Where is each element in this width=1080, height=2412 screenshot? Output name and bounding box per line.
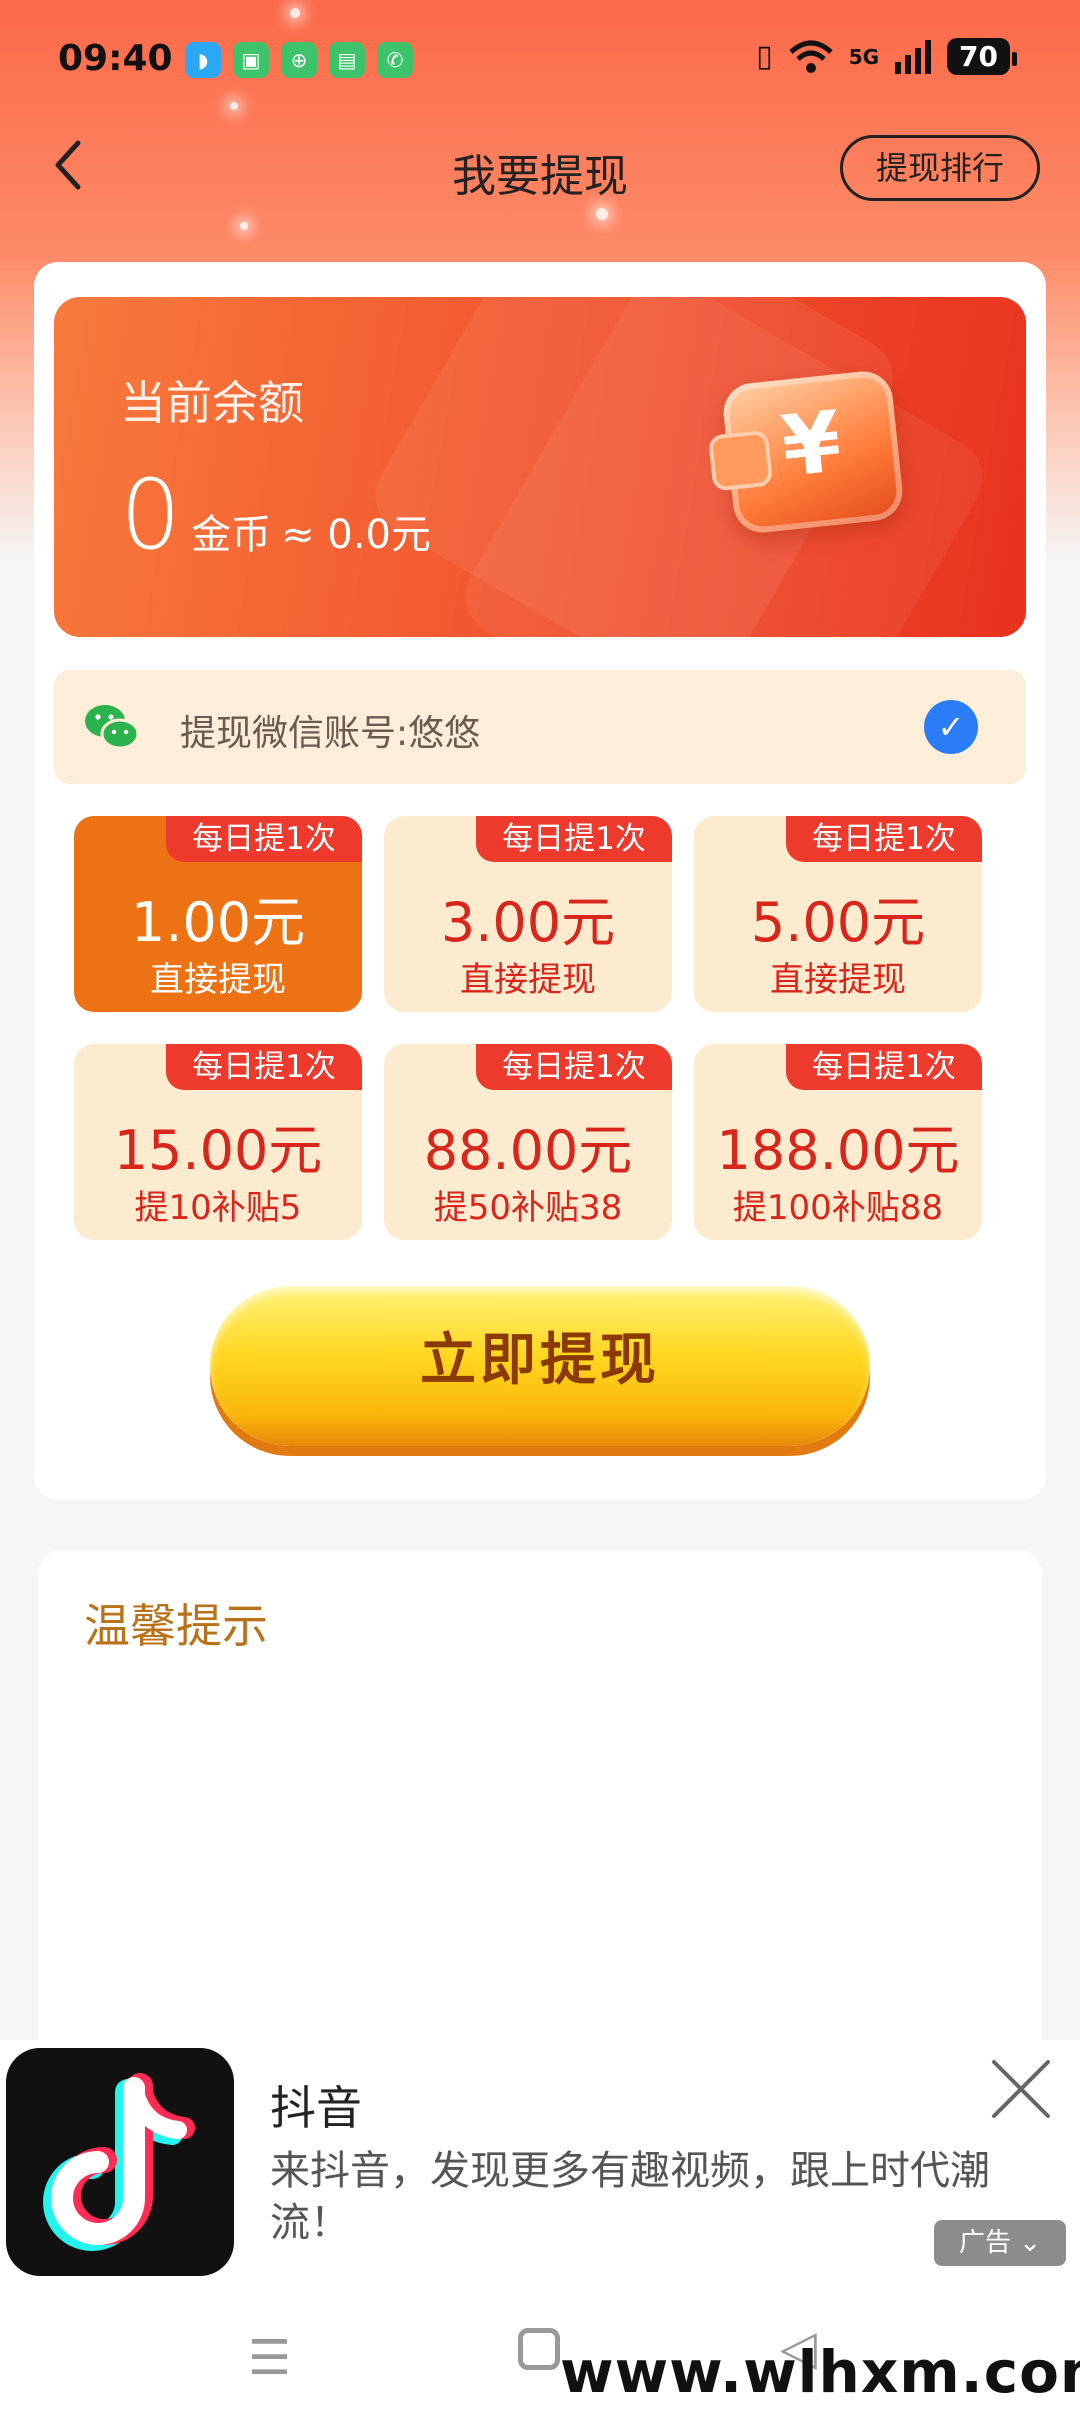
douyin-note-icon (43, 2073, 195, 2251)
menu-icon[interactable]: ☰ (248, 2330, 291, 2386)
withdraw-option-3[interactable]: 每日提1次 3.00元 直接提现 (384, 816, 672, 1012)
option-amount: 88.00元 (423, 1119, 633, 1182)
option-tag: 每日提1次 (166, 816, 362, 862)
option-tag: 每日提1次 (476, 1044, 672, 1090)
option-desc: 提100补贴88 (732, 1188, 944, 1228)
option-tag: 每日提1次 (166, 1044, 362, 1090)
balance-coins: 0 (120, 459, 182, 571)
ad-description: 来抖音，发现更多有趣视频，跟上时代潮流！ (270, 2148, 990, 2246)
wechat-account-label: 提现微信账号:悠悠 (180, 713, 481, 754)
balance-card: 当前余额 0 金币 ≈ 0.0元 ¥ (54, 297, 1026, 637)
withdraw-card: 当前余额 0 金币 ≈ 0.0元 ¥ 提现微信账号:悠悠 ✓ 每日提1次 1.0… (34, 262, 1046, 1500)
option-tag: 每日提1次 (786, 1044, 982, 1090)
home-icon[interactable] (518, 2328, 560, 2370)
withdraw-option-88[interactable]: 每日提1次 88.00元 提50补贴38 (384, 1044, 672, 1240)
option-amount: 5.00元 (750, 891, 926, 954)
chevron-down-icon: ⌄ (1019, 2228, 1042, 2258)
option-desc: 提50补贴38 (433, 1188, 623, 1228)
tips-title: 温馨提示 (84, 1599, 268, 1653)
network-type: 5G (848, 44, 880, 69)
close-icon (992, 2060, 1050, 2118)
withdraw-option-5[interactable]: 每日提1次 5.00元 直接提现 (694, 816, 982, 1012)
wechat-icon (85, 705, 140, 750)
wechat-account-row[interactable]: 提现微信账号:悠悠 ✓ (54, 670, 1026, 784)
balance-amount: 0 金币 ≈ 0.0元 (120, 467, 431, 563)
shop-app-icon: ▣ (233, 42, 269, 78)
sparkle-decoration (240, 222, 248, 230)
withdraw-ranking-button[interactable]: 提现排行 (840, 135, 1040, 201)
yen-symbol: ¥ (777, 392, 846, 496)
option-amount: 15.00元 (113, 1119, 323, 1182)
option-desc: 直接提现 (460, 960, 596, 1000)
phone-app-icon: ✆ (377, 42, 413, 78)
check-icon: ✓ (924, 700, 978, 754)
withdraw-now-button[interactable]: 立即提现 (210, 1286, 870, 1446)
upload-app-icon: ⊕ (281, 42, 317, 78)
sparkle-decoration (596, 208, 608, 220)
wallet-clasp (707, 429, 774, 492)
balance-unit: 金币 (191, 512, 272, 558)
withdraw-option-15[interactable]: 每日提1次 15.00元 提10补贴5 (74, 1044, 362, 1240)
signal-icon (895, 39, 932, 74)
battery-indicator: 70 (947, 38, 1017, 75)
status-app-icons: ◗ ▣ ⊕ ▤ ✆ (185, 42, 413, 78)
balance-label: 当前余额 (120, 376, 304, 430)
option-amount: 1.00元 (130, 891, 306, 954)
qq-icon: ◗ (185, 42, 221, 78)
option-desc: 提10补贴5 (134, 1188, 302, 1228)
wallet-icon: ¥ (707, 368, 906, 536)
balance-yuan-equivalent: ≈ 0.0元 (281, 512, 431, 558)
withdraw-option-188[interactable]: 每日提1次 188.00元 提100补贴88 (694, 1044, 982, 1240)
option-desc: 直接提现 (150, 960, 286, 1000)
option-desc: 直接提现 (770, 960, 906, 1000)
ad-badge-label: 广告 (958, 2228, 1011, 2258)
status-time: 09:40 (58, 38, 173, 79)
option-amount: 3.00元 (440, 891, 616, 954)
watermark: www.wlhxm.com (560, 2338, 1080, 2406)
ad-title: 抖音 (270, 2081, 362, 2135)
ad-close-button[interactable] (984, 2052, 1058, 2126)
withdraw-option-1[interactable]: 每日提1次 1.00元 直接提现 (74, 816, 362, 1012)
vibrate-icon: ▯ (756, 39, 773, 74)
status-bar: 09:40 ◗ ▣ ⊕ ▤ ✆ ▯ 5G 70 (0, 0, 1080, 120)
option-amount: 188.00元 (716, 1119, 960, 1182)
status-indicators: ▯ 5G 70 (756, 38, 1017, 75)
option-tag: 每日提1次 (476, 816, 672, 862)
option-tag: 每日提1次 (786, 816, 982, 862)
ad-badge[interactable]: 广告 ⌄ (934, 2220, 1066, 2266)
message-app-icon: ▤ (329, 42, 365, 78)
ad-banner[interactable]: 抖音 来抖音，发现更多有趣视频，跟上时代潮流！ 广告 ⌄ (0, 2040, 1080, 2290)
douyin-logo-icon (6, 2048, 234, 2276)
wifi-icon (789, 40, 833, 73)
